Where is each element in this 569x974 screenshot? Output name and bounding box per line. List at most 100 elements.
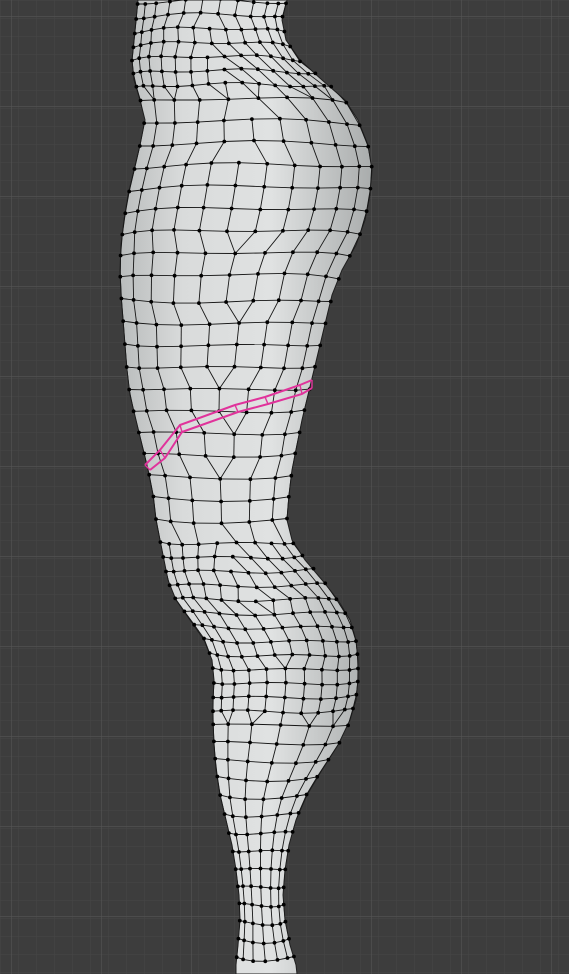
mesh-vertex[interactable] [300, 366, 305, 371]
mesh-edge[interactable] [207, 184, 236, 186]
mesh-vertex[interactable] [131, 45, 136, 50]
mesh-vertex[interactable] [215, 653, 220, 657]
mesh-edge[interactable] [161, 70, 176, 73]
mesh-vertex[interactable] [269, 410, 274, 415]
mesh-vertex[interactable] [304, 638, 309, 643]
mesh-vertex[interactable] [152, 98, 157, 102]
mesh-vertex[interactable] [318, 164, 322, 169]
mesh-vertex[interactable] [234, 342, 239, 347]
mesh-edge[interactable] [267, 780, 289, 782]
mesh-vertex[interactable] [263, 251, 267, 255]
mesh-vertex[interactable] [251, 0, 256, 5]
mesh-vertex[interactable] [212, 681, 216, 685]
mesh-vertex[interactable] [273, 83, 278, 88]
mesh-vertex[interactable] [251, 959, 256, 963]
mesh-vertex[interactable] [179, 344, 184, 349]
mesh-vertex[interactable] [170, 143, 175, 148]
mesh-vertex[interactable] [202, 610, 207, 614]
mesh-vertex[interactable] [226, 739, 230, 744]
mesh-vertex[interactable] [326, 757, 331, 762]
mesh-vertex[interactable] [284, 680, 288, 685]
mesh-edge[interactable] [317, 625, 333, 628]
mesh-vertex[interactable] [254, 53, 259, 58]
mesh-vertex[interactable] [272, 388, 277, 393]
mesh-vertex[interactable] [180, 542, 185, 547]
mesh-vertex[interactable] [268, 886, 273, 890]
mesh-vertex[interactable] [281, 228, 285, 233]
mesh-vertex[interactable] [135, 2, 140, 6]
mesh-vertex[interactable] [154, 121, 159, 125]
mesh-vertex[interactable] [262, 14, 266, 19]
mesh-edge[interactable] [150, 29, 152, 44]
mesh-vertex[interactable] [298, 59, 302, 64]
mesh-edge[interactable] [177, 252, 206, 254]
mesh-vertex[interactable] [229, 206, 234, 211]
mesh-vertex[interactable] [142, 451, 147, 456]
mesh-vertex[interactable] [343, 611, 348, 616]
mesh-vertex[interactable] [335, 639, 339, 644]
mesh-vertex[interactable] [249, 884, 254, 889]
mesh-vertex[interactable] [333, 143, 338, 147]
mesh-vertex[interactable] [168, 519, 173, 524]
mesh-vertex[interactable] [196, 568, 201, 573]
mesh-vertex[interactable] [229, 569, 233, 574]
mesh-vertex[interactable] [242, 938, 247, 943]
mesh-vertex[interactable] [212, 554, 217, 559]
mesh-vertex[interactable] [251, 641, 256, 645]
mesh-vertex[interactable] [162, 164, 167, 169]
mesh-vertex[interactable] [199, 273, 204, 278]
mesh-vertex[interactable] [286, 494, 291, 499]
mesh-vertex[interactable] [279, 453, 284, 458]
mesh-edge[interactable] [266, 668, 286, 670]
mesh-vertex[interactable] [151, 494, 156, 499]
mesh-vertex[interactable] [151, 430, 156, 434]
mesh-vertex[interactable] [250, 902, 255, 907]
mesh-vertex[interactable] [302, 408, 307, 412]
mesh-vertex[interactable] [177, 452, 182, 457]
mesh-vertex[interactable] [233, 251, 238, 256]
mesh-vertex[interactable] [226, 776, 231, 781]
mesh-vertex[interactable] [138, 98, 143, 103]
mesh-vertex[interactable] [351, 706, 355, 711]
mesh-vertex[interactable] [206, 343, 211, 348]
mesh-vertex[interactable] [307, 724, 312, 728]
mesh-vertex[interactable] [248, 477, 253, 482]
mesh-vertex[interactable] [219, 708, 224, 713]
mesh-edge[interactable] [253, 299, 279, 302]
mesh-vertex[interactable] [201, 582, 206, 586]
mesh-vertex[interactable] [189, 55, 193, 60]
mesh-vertex[interactable] [230, 849, 235, 854]
mesh-vertex[interactable] [256, 272, 260, 276]
3d-viewport[interactable] [0, 0, 569, 974]
mesh-vertex[interactable] [279, 570, 284, 575]
mesh-vertex[interactable] [263, 959, 268, 964]
mesh-vertex[interactable] [245, 832, 250, 837]
mesh-vertex[interactable] [134, 321, 139, 325]
mesh-vertex[interactable] [272, 653, 277, 657]
mesh-edge[interactable] [243, 903, 246, 922]
mesh-vertex[interactable] [344, 100, 349, 105]
mesh-vertex[interactable] [269, 867, 273, 871]
mesh-vertex[interactable] [308, 610, 313, 614]
mesh-vertex[interactable] [211, 709, 215, 714]
mesh-edge[interactable] [325, 655, 339, 657]
mesh-edge[interactable] [288, 344, 308, 347]
mesh-vertex[interactable] [254, 585, 259, 590]
mesh-edge[interactable] [236, 614, 256, 616]
mesh-vertex[interactable] [194, 141, 199, 146]
mesh-vertex[interactable] [127, 387, 132, 392]
mesh-vertex[interactable] [272, 612, 277, 617]
mesh-vertex[interactable] [307, 653, 312, 657]
mesh-edge[interactable] [336, 208, 355, 210]
mesh-vertex[interactable] [265, 161, 270, 166]
mesh-vertex[interactable] [219, 598, 224, 602]
mesh-vertex[interactable] [205, 69, 210, 73]
mesh-vertex[interactable] [222, 67, 227, 72]
mesh-vertex[interactable] [179, 323, 184, 327]
mesh-vertex[interactable] [224, 27, 228, 32]
mesh-vertex[interactable] [121, 319, 126, 323]
mesh-vertex[interactable] [320, 667, 324, 672]
mesh-vertex[interactable] [334, 206, 339, 211]
mesh-vertex[interactable] [354, 639, 358, 643]
mesh-vertex[interactable] [124, 365, 129, 369]
